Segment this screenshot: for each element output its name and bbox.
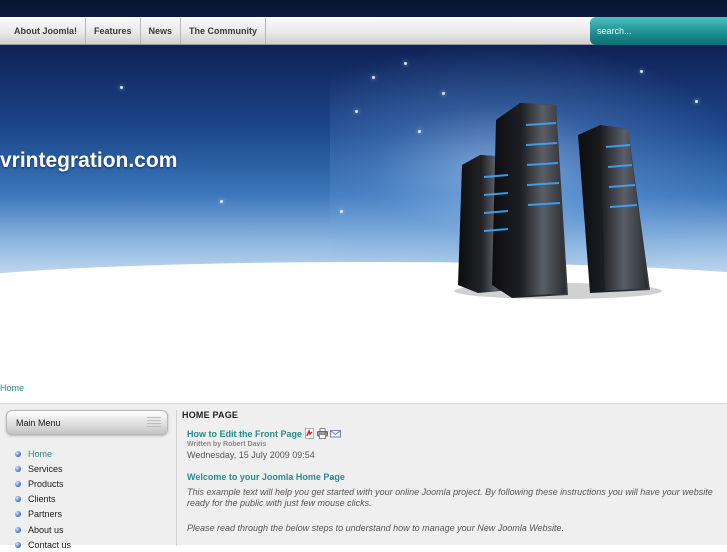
content-area: Main Menu Home Services Products Clients… (0, 403, 727, 550)
header-banner: vrintegration.com (0, 0, 727, 300)
search-input[interactable] (590, 17, 727, 45)
star-decoration (355, 110, 358, 113)
menu-link-home[interactable]: Home (28, 449, 52, 459)
main-menu-title: Main Menu (16, 417, 61, 428)
grip-icon (147, 417, 161, 428)
main-menu-header: Main Menu (6, 410, 168, 435)
email-icon[interactable] (330, 428, 341, 439)
bullet-icon (15, 480, 21, 487)
bullet-icon (15, 465, 21, 472)
nav-item-news[interactable]: News (141, 18, 182, 44)
article-author: Written by Robert Davis (187, 441, 267, 448)
article-title-link[interactable]: How to Edit the Front Page (187, 429, 302, 439)
star-decoration (120, 86, 123, 89)
sidebar: Main Menu Home Services Products Clients… (6, 410, 168, 552)
bullet-icon (15, 450, 21, 457)
star-decoration (695, 100, 698, 103)
menu-link-services[interactable]: Services (28, 464, 63, 474)
breadcrumb-home[interactable]: Home (0, 383, 24, 393)
article-title-row: How to Edit the Front Page (187, 428, 722, 439)
star-decoration (442, 92, 445, 95)
star-decoration (220, 200, 223, 203)
site-title: vrintegration.com (0, 149, 178, 172)
nav-item-the-community[interactable]: The Community (181, 18, 267, 44)
menu-item-products: Products (6, 476, 168, 491)
welcome-heading: Welcome to your Joomla Home Page (187, 472, 345, 482)
star-decoration (404, 62, 407, 65)
bullet-icon (15, 526, 21, 533)
main-menu-list: Home Services Products Clients Partners … (6, 446, 168, 552)
intro-text: This example text will help you get star… (187, 487, 713, 508)
menu-item-services: Services (6, 461, 168, 476)
menu-link-products[interactable]: Products (28, 479, 64, 489)
nav-item-features[interactable]: Features (86, 18, 141, 44)
star-decoration (340, 210, 343, 213)
menu-item-about-us: About us (6, 522, 168, 537)
page-heading: HOME PAGE (182, 410, 239, 420)
menu-item-partners: Partners (6, 507, 168, 522)
menu-link-about-us[interactable]: About us (28, 525, 64, 535)
bullet-icon (15, 496, 21, 503)
star-decoration (372, 76, 375, 79)
pdf-icon[interactable] (304, 428, 315, 439)
server-towers-illustration (454, 103, 662, 299)
main-column: HOME PAGE How to Edit the Front Page Wri… (182, 410, 722, 533)
column-divider (176, 410, 177, 546)
bullet-icon (15, 511, 21, 518)
star-decoration (640, 70, 643, 73)
menu-link-partners[interactable]: Partners (28, 509, 62, 519)
print-icon[interactable] (317, 428, 328, 439)
star-decoration (418, 130, 421, 133)
article-date: Wednesday, 15 July 2009 09:54 (187, 450, 315, 460)
menu-item-clients: Clients (6, 492, 168, 507)
steps-text: Please read through the below steps to u… (187, 523, 565, 533)
menu-link-clients[interactable]: Clients (28, 494, 56, 504)
nav-item-about-joomla[interactable]: About Joomla! (6, 18, 86, 44)
menu-item-home: Home (6, 446, 168, 461)
